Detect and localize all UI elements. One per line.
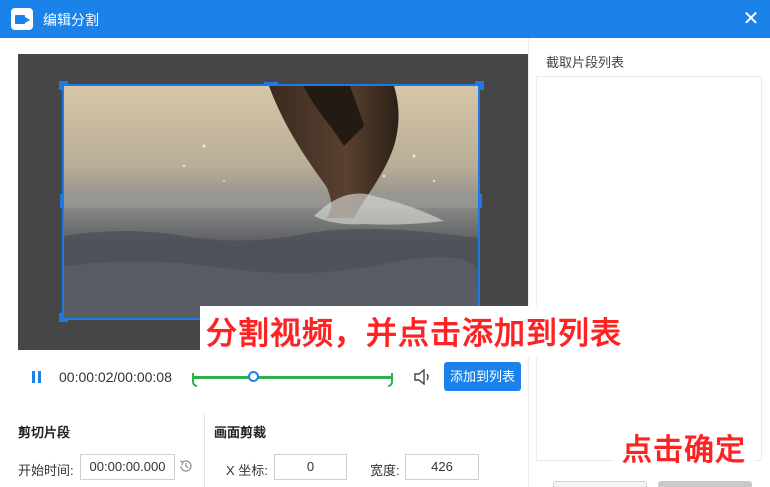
x-coordinate-input[interactable]: 0 bbox=[274, 454, 347, 480]
cut-section-title: 剪切片段 bbox=[18, 425, 71, 440]
cancel-button[interactable] bbox=[553, 481, 647, 487]
video-frame-image bbox=[64, 86, 478, 318]
crop-edge-handle[interactable] bbox=[478, 194, 482, 208]
trim-end-handle[interactable] bbox=[388, 373, 393, 387]
start-time-label: 开始时间: bbox=[18, 463, 74, 478]
width-input[interactable]: 426 bbox=[405, 454, 479, 480]
crop-edge-handle[interactable] bbox=[264, 82, 278, 86]
time-readout: 00:00:02/00:00:08 bbox=[59, 369, 172, 385]
crop-corner-handle[interactable] bbox=[59, 313, 68, 322]
volume-icon[interactable] bbox=[414, 369, 432, 385]
x-coordinate-label: X 坐标: bbox=[226, 463, 268, 478]
sidebar-divider bbox=[528, 38, 529, 487]
reset-time-icon[interactable] bbox=[178, 458, 194, 474]
add-to-list-button[interactable]: 添加到列表 bbox=[444, 362, 521, 391]
playback-controls: 00:00:02/00:00:08 添加到列表 bbox=[18, 358, 528, 396]
clip-list-title: 截取片段列表 bbox=[546, 55, 625, 70]
split-hint-annotation: 分割视频，并点击添加到列表 bbox=[200, 306, 632, 357]
playhead-knob[interactable] bbox=[247, 371, 259, 382]
crop-corner-handle[interactable] bbox=[59, 81, 68, 90]
clip-list[interactable] bbox=[536, 76, 762, 461]
crop-frame[interactable] bbox=[62, 84, 480, 320]
crop-edge-handle[interactable] bbox=[60, 194, 64, 208]
close-button[interactable]: ✕ bbox=[738, 6, 764, 32]
crop-section-title: 画面剪裁 bbox=[214, 425, 267, 440]
width-label: 宽度: bbox=[370, 463, 400, 478]
title-bar: 编辑分割 ✕ bbox=[0, 0, 770, 38]
window-title: 编辑分割 bbox=[43, 12, 99, 28]
start-time-input[interactable]: 00:00:00.000 bbox=[80, 454, 175, 480]
pause-icon[interactable] bbox=[32, 371, 42, 383]
trim-range-track[interactable] bbox=[194, 376, 392, 379]
crop-corner-handle[interactable] bbox=[475, 81, 484, 90]
app-camera-icon bbox=[11, 8, 33, 30]
section-divider bbox=[204, 414, 205, 487]
trim-start-handle[interactable] bbox=[192, 373, 197, 387]
confirm-button[interactable] bbox=[658, 481, 752, 487]
confirm-hint-annotation: 点击确定 bbox=[614, 423, 754, 471]
